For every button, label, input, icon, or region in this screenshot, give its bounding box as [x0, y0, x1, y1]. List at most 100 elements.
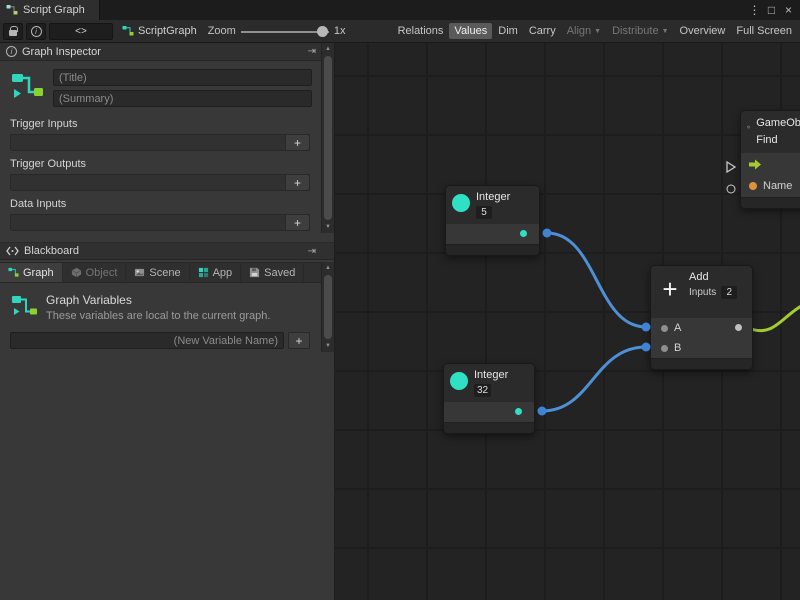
inputs-label: Inputs: [689, 287, 716, 298]
input-port-a[interactable]: [661, 325, 668, 332]
script-graph-window: Script Graph ⋮ □ × i <> ScriptGraph Zoom…: [0, 0, 800, 600]
connection-endpoint[interactable]: [642, 323, 651, 332]
graph-tab-icon: [8, 267, 19, 278]
control-input-port[interactable]: [726, 161, 736, 173]
window-menu-icon[interactable]: ⋮: [747, 3, 762, 17]
output-port[interactable]: [520, 230, 527, 237]
output-port[interactable]: [515, 408, 522, 415]
graph-variables-block: Graph Variables These variables are loca…: [0, 283, 334, 326]
chevron-down-icon: ▼: [594, 28, 601, 35]
blackboard-title: Blackboard: [24, 245, 303, 257]
graph-icon: [122, 25, 134, 37]
inspect-button[interactable]: i: [26, 23, 46, 40]
node-integer-32[interactable]: Integer 32: [443, 363, 535, 434]
node-footer: [444, 422, 534, 433]
data-inputs-section: Data Inputs +: [10, 198, 310, 231]
full-screen-button[interactable]: Full Screen: [731, 23, 797, 39]
zoom-slider-track[interactable]: [241, 31, 329, 33]
add-variable-button[interactable]: +: [288, 332, 310, 349]
scroll-up-icon[interactable]: ▲: [322, 262, 334, 274]
node-title: Integer: [476, 191, 510, 204]
window-tab-script-graph[interactable]: Script Graph: [0, 0, 100, 20]
add-data-input-button[interactable]: +: [285, 215, 309, 230]
graph-title-input[interactable]: [53, 69, 312, 86]
scrollbar-thumb[interactable]: [324, 56, 332, 220]
dock-panel-icon[interactable]: ⇥: [308, 46, 316, 57]
zoom-slider-handle[interactable]: [317, 26, 328, 37]
control-flow-arrow-icon[interactable]: [749, 159, 762, 170]
tab-scene[interactable]: Scene: [126, 263, 189, 282]
node-title-line2: Find: [756, 133, 800, 148]
integer-type-icon: [452, 194, 470, 212]
graph-canvas[interactable]: Integer 5 Integer 32: [335, 43, 800, 600]
overview-button[interactable]: Overview: [675, 23, 731, 39]
input-port-b[interactable]: [661, 345, 668, 352]
tab-app[interactable]: App: [190, 263, 242, 282]
inspector-scrollbar: ▲ ▼: [321, 43, 334, 233]
relations-button[interactable]: Relations: [393, 23, 449, 39]
node-gameobject-find[interactable]: GameObject Find Name: [740, 110, 800, 209]
wire-integer5-to-add-a[interactable]: [547, 233, 646, 327]
wire-integer32-to-add-b[interactable]: [542, 347, 646, 411]
data-inputs-list: +: [10, 214, 310, 231]
window-tab-label: Script Graph: [23, 4, 85, 16]
dock-panel-icon[interactable]: ⇥: [308, 246, 316, 257]
graph-toolbar: i <> ScriptGraph Zoom 1x Relations Value…: [0, 20, 800, 43]
port-row-a: A: [651, 318, 752, 338]
toolbar-buttons: Relations Values Dim Carry Align▼ Distri…: [393, 23, 797, 39]
blackboard-scrollbar: ▲ ▼: [321, 262, 334, 352]
connection-endpoint[interactable]: [642, 343, 651, 352]
connection-endpoint[interactable]: [538, 407, 547, 416]
window-close-icon[interactable]: ×: [781, 3, 796, 17]
control-input-arrow-icon: [726, 161, 736, 173]
integer-value-field[interactable]: 5: [476, 206, 492, 219]
graph-summary-input[interactable]: [53, 90, 312, 107]
output-port[interactable]: [735, 324, 742, 331]
node-integer-5[interactable]: Integer 5: [445, 185, 540, 256]
tab-object[interactable]: Object: [63, 263, 127, 282]
object-tab-icon: [71, 267, 82, 278]
lock-button[interactable]: [3, 23, 23, 40]
new-variable-input[interactable]: [10, 332, 284, 349]
name-port-label: Name: [763, 180, 792, 192]
zoom-slider[interactable]: [241, 23, 329, 40]
connection-endpoint[interactable]: [543, 229, 552, 238]
value-input-port[interactable]: [727, 185, 736, 194]
plus-operator-icon: +: [657, 276, 683, 302]
scrollbar-thumb[interactable]: [324, 275, 332, 339]
scroll-down-icon[interactable]: ▼: [322, 340, 334, 352]
new-variable-row: +: [10, 332, 310, 349]
node-ports: [444, 402, 534, 422]
window-controls: ⋮ □ ×: [747, 0, 800, 20]
values-button[interactable]: Values: [449, 23, 492, 39]
inputs-count-field[interactable]: 2: [721, 286, 737, 299]
wire-add-output[interactable]: [751, 302, 800, 331]
port-row-b: B: [651, 338, 752, 358]
scroll-down-icon[interactable]: ▼: [322, 221, 334, 233]
node-header: + Add Inputs 2: [651, 266, 752, 318]
window-maximize-icon[interactable]: □: [764, 3, 779, 17]
zoom-label: Zoom: [208, 25, 236, 37]
carry-button[interactable]: Carry: [524, 23, 561, 39]
graph-breadcrumb[interactable]: ScriptGraph: [122, 25, 197, 37]
tab-graph[interactable]: Graph: [0, 263, 63, 282]
tab-saved[interactable]: Saved: [241, 263, 304, 282]
graph-variables-texts: Graph Variables These variables are loca…: [46, 293, 270, 322]
add-trigger-output-button[interactable]: +: [285, 175, 309, 190]
distribute-button[interactable]: Distribute▼: [607, 23, 673, 39]
side-panel: i Graph Inspector ⇥ Trigger Inputs + Tr: [0, 43, 335, 600]
code-preview-button[interactable]: <>: [49, 23, 113, 40]
node-add[interactable]: + Add Inputs 2 A B: [650, 265, 753, 370]
dim-button[interactable]: Dim: [493, 23, 523, 39]
integer-value-field[interactable]: 32: [474, 384, 491, 397]
info-icon: i: [31, 26, 42, 37]
node-title: Integer: [474, 369, 508, 382]
scroll-up-icon[interactable]: ▲: [322, 43, 334, 55]
gameobject-cube-icon: [747, 116, 750, 138]
name-input-port[interactable]: [749, 182, 757, 190]
align-button[interactable]: Align▼: [562, 23, 606, 39]
blackboard-header: Blackboard ⇥: [0, 242, 334, 260]
graph-breadcrumb-label: ScriptGraph: [138, 25, 197, 37]
add-trigger-input-button[interactable]: +: [285, 135, 309, 150]
graph-inspector-header: i Graph Inspector ⇥: [0, 43, 334, 61]
